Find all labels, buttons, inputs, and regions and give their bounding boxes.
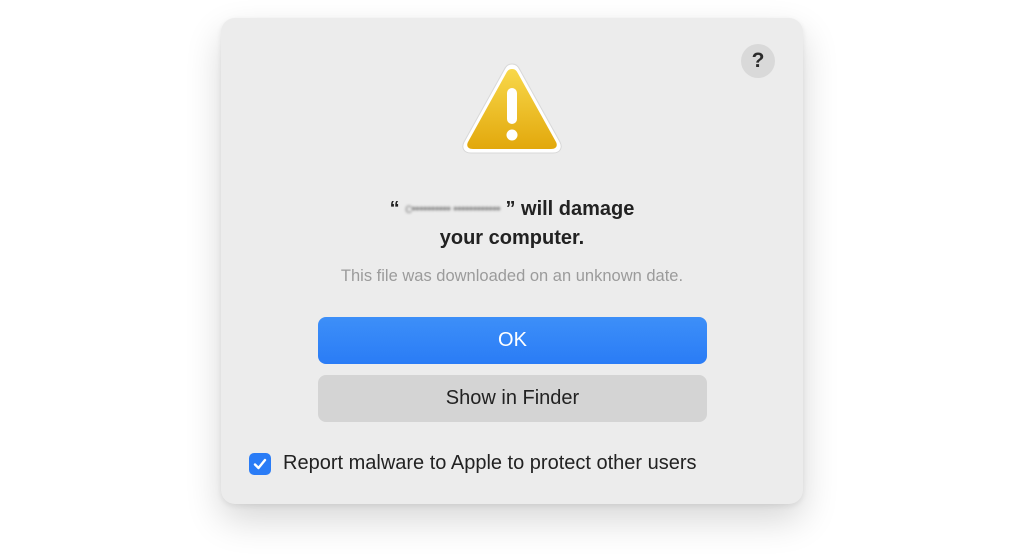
- redacted-filename: c•••••••••• ••••••••••••: [405, 200, 501, 216]
- dialog-subtitle: This file was downloaded on an unknown d…: [340, 267, 684, 285]
- title-line-2: your computer.: [439, 227, 585, 249]
- help-button[interactable]: ?: [741, 44, 775, 78]
- title-open-quote: “: [389, 198, 400, 220]
- report-malware-checkbox-row[interactable]: Report malware to Apple to protect other…: [249, 452, 697, 475]
- report-malware-label: Report malware to Apple to protect other…: [283, 452, 697, 474]
- warning-triangle-icon: [462, 63, 562, 154]
- title-will-damage: ” will damage: [505, 198, 635, 220]
- show-in-finder-button[interactable]: Show in Finder: [318, 375, 707, 422]
- ok-button[interactable]: OK: [318, 317, 707, 364]
- malware-alert-dialog: ? “ c•••••••••• •••••••••••• ” will dama…: [221, 18, 803, 504]
- desktop-background: ? “ c•••••••••• •••••••••••• ” will dama…: [0, 0, 1024, 558]
- report-malware-checkbox[interactable]: [249, 452, 271, 475]
- title-line-1: “ c•••••••••• •••••••••••• ” will damage: [221, 194, 803, 224]
- dialog-title: “ c•••••••••• •••••••••••• ” will damage…: [221, 194, 803, 253]
- checkmark-icon: [253, 458, 267, 469]
